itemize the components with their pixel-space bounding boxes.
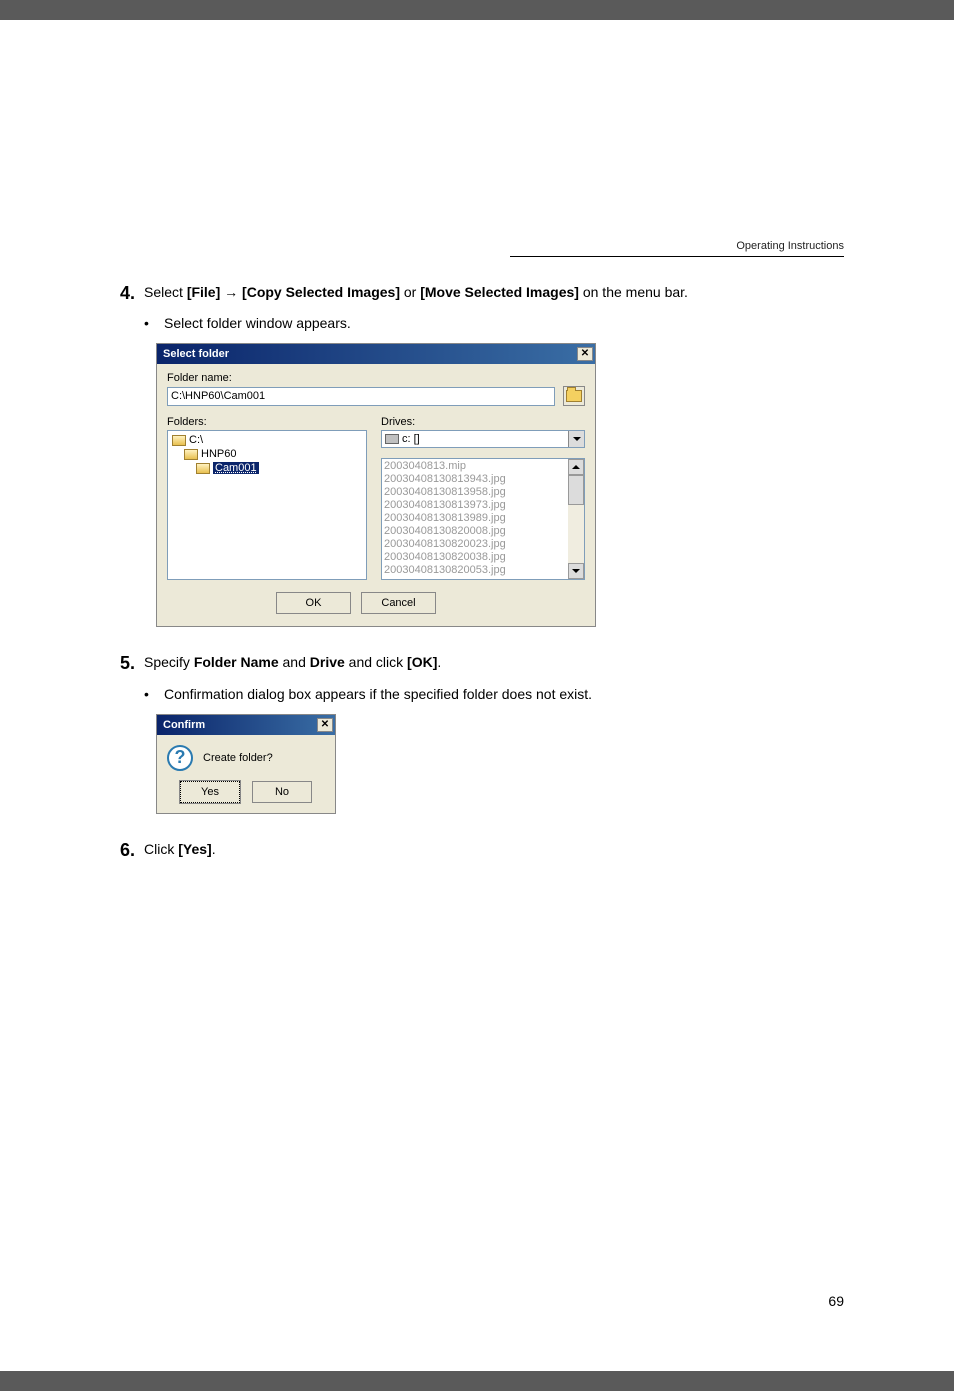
scroll-track[interactable] xyxy=(568,475,584,563)
file-item[interactable]: 20030408130820053.jpg xyxy=(384,564,582,577)
chevron-up-icon xyxy=(572,465,580,469)
chevron-down-icon xyxy=(572,569,580,573)
step-6: 6. Click [Yes]. xyxy=(120,839,844,862)
step-text: Select [File] → [Copy Selected Images] o… xyxy=(144,282,844,303)
tree-node-root[interactable]: C:\ xyxy=(170,433,364,447)
folder-icon xyxy=(172,435,186,446)
bullet-icon: • xyxy=(144,686,164,702)
text: Select xyxy=(144,284,187,300)
folder-name-label: Folder name: xyxy=(167,372,585,384)
drive-selector[interactable]: c: [] xyxy=(381,430,585,448)
file-list[interactable]: 2003040813.mip 20030408130813943.jpg 200… xyxy=(381,458,585,580)
step-4-note: • Select folder window appears. xyxy=(144,315,844,331)
confirm-dialog: Confirm ✕ ? Create folder? Yes No xyxy=(156,714,336,814)
text: on the menu bar. xyxy=(579,284,688,300)
step-text: Specify Folder Name and Drive and click … xyxy=(144,652,844,673)
tree-node-selected[interactable]: Cam001 xyxy=(170,461,364,475)
text: . xyxy=(437,654,441,670)
header-divider xyxy=(510,256,844,257)
file-item[interactable]: 20030408130820038.jpg xyxy=(384,551,582,564)
question-icon: ? xyxy=(167,745,193,771)
note-text: Select folder window appears. xyxy=(164,315,351,331)
text: . xyxy=(212,841,216,857)
menu-ref: [Copy Selected Images] xyxy=(242,284,400,300)
dialog-body: Folder name: C:\HNP60\Cam001 Folders: C:… xyxy=(157,364,595,626)
close-icon: ✕ xyxy=(321,720,329,730)
ui-ref: [Yes] xyxy=(178,841,211,857)
text: or xyxy=(400,284,420,300)
folder-name-input[interactable]: C:\HNP60\Cam001 xyxy=(167,387,555,406)
new-folder-button[interactable] xyxy=(563,386,585,406)
folder-tree[interactable]: C:\ HNP60 Cam001 xyxy=(167,430,367,580)
folder-icon xyxy=(566,390,582,402)
step-5-note: • Confirmation dialog box appears if the… xyxy=(144,686,844,702)
step-4: 4. Select [File] → [Copy Selected Images… xyxy=(120,282,844,305)
cancel-button[interactable]: Cancel xyxy=(361,592,436,614)
file-item[interactable]: 20030408130820023.jpg xyxy=(384,538,582,551)
chevron-down-icon xyxy=(573,437,581,441)
dialog-body: ? Create folder? xyxy=(157,735,335,777)
no-button[interactable]: No xyxy=(252,781,312,803)
disk-icon xyxy=(385,434,399,444)
yes-button[interactable]: Yes xyxy=(180,781,240,803)
bullet-icon: • xyxy=(144,315,164,331)
dialog-titlebar: Select folder ✕ xyxy=(157,344,595,364)
step-number: 4. xyxy=(120,282,144,305)
drive-value: c: [] xyxy=(402,433,420,445)
dropdown-arrow[interactable] xyxy=(568,431,584,447)
confirm-dialog-figure: Confirm ✕ ? Create folder? Yes No xyxy=(156,714,844,814)
ok-button[interactable]: OK xyxy=(276,592,351,614)
step-text: Click [Yes]. xyxy=(144,839,844,860)
arrow-icon: → xyxy=(220,284,242,300)
folder-icon xyxy=(184,449,198,460)
step-5: 5. Specify Folder Name and Drive and cli… xyxy=(120,652,844,675)
dialog-title: Confirm xyxy=(163,719,205,731)
text: Click xyxy=(144,841,178,857)
drives-label: Drives: xyxy=(381,416,585,428)
folders-label: Folders: xyxy=(167,416,367,428)
scroll-thumb[interactable] xyxy=(568,475,584,505)
file-item[interactable]: 20030408130813958.jpg xyxy=(384,486,582,499)
scroll-up-button[interactable] xyxy=(568,459,584,475)
menu-ref: [Move Selected Images] xyxy=(420,284,579,300)
select-folder-dialog: Select folder ✕ Folder name: C:\HNP60\Ca… xyxy=(156,343,596,627)
scrollbar[interactable] xyxy=(568,459,584,579)
file-item[interactable]: 20030408130813943.jpg xyxy=(384,473,582,486)
ui-ref: Drive xyxy=(310,654,345,670)
file-item[interactable]: 20030408130820008.jpg xyxy=(384,525,582,538)
file-item[interactable]: 2003040813.mip xyxy=(384,460,582,473)
ui-ref: Folder Name xyxy=(194,654,279,670)
step-number: 5. xyxy=(120,652,144,675)
header-label: Operating Instructions xyxy=(510,240,844,252)
text: Specify xyxy=(144,654,194,670)
close-button[interactable]: ✕ xyxy=(317,718,333,732)
confirm-message: Create folder? xyxy=(203,752,273,764)
close-icon: ✕ xyxy=(581,349,589,359)
note-text: Confirmation dialog box appears if the s… xyxy=(164,686,592,702)
ui-ref: [OK] xyxy=(407,654,437,670)
dialog-titlebar: Confirm ✕ xyxy=(157,715,335,735)
menu-ref: [File] xyxy=(187,284,220,300)
close-button[interactable]: ✕ xyxy=(577,347,593,361)
page-number: 69 xyxy=(828,1293,844,1309)
tree-node[interactable]: HNP60 xyxy=(170,447,364,461)
document-page: Operating Instructions 4. Select [File] … xyxy=(0,20,954,1371)
text: and click xyxy=(345,654,407,670)
text: and xyxy=(279,654,310,670)
file-list-inner: 2003040813.mip 20030408130813943.jpg 200… xyxy=(382,459,584,578)
step-number: 6. xyxy=(120,839,144,862)
scroll-down-button[interactable] xyxy=(568,563,584,579)
file-item[interactable]: 20030408130813989.jpg xyxy=(384,512,582,525)
file-item[interactable]: 20030408130813973.jpg xyxy=(384,499,582,512)
dialog-title: Select folder xyxy=(163,348,229,360)
folder-icon xyxy=(196,463,210,474)
page-header: Operating Instructions xyxy=(110,240,844,257)
select-folder-dialog-figure: Select folder ✕ Folder name: C:\HNP60\Ca… xyxy=(156,343,844,627)
